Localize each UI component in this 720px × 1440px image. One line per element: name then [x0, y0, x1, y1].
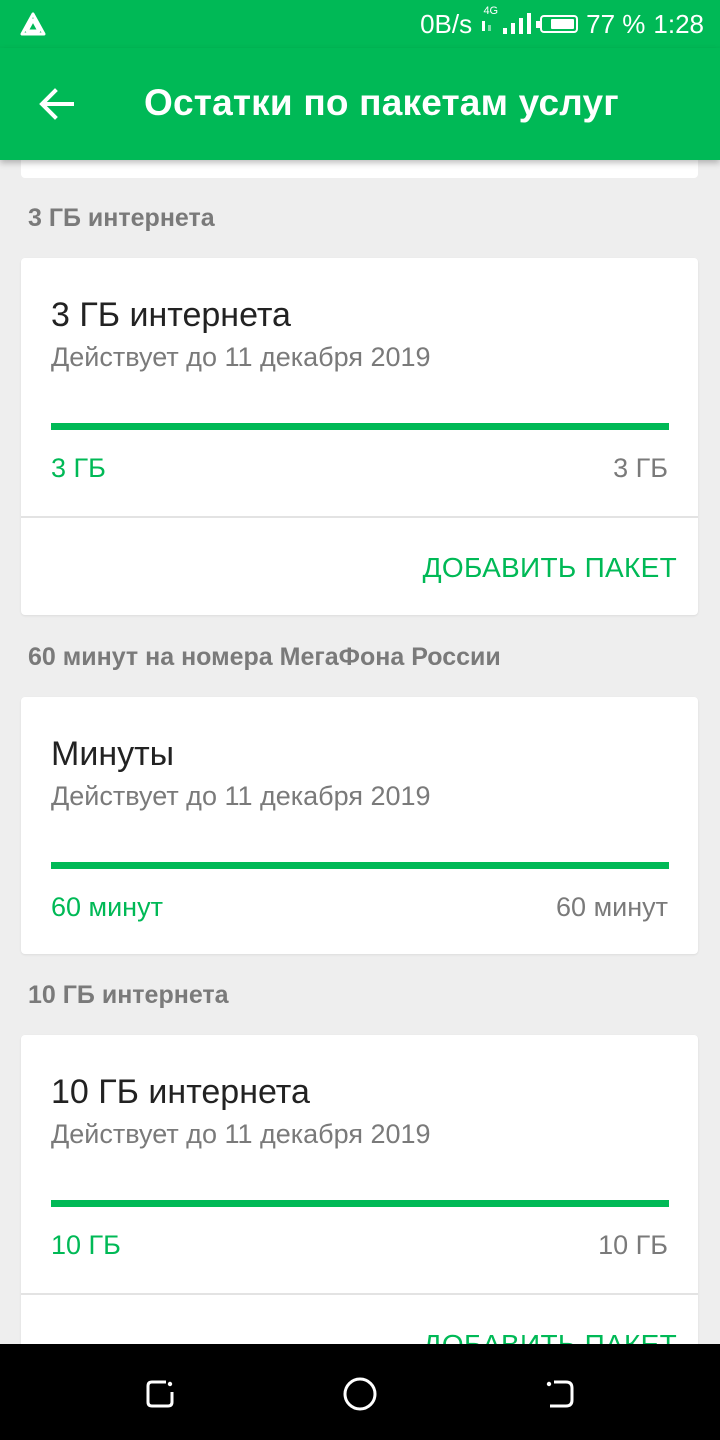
- package-title: 3 ГБ интернета: [51, 296, 291, 334]
- battery-fill: [551, 19, 575, 29]
- total-value: 10 ГБ: [598, 1230, 668, 1260]
- package-progress: [51, 423, 669, 430]
- status-bar: 0B/s 4G 77 % 1:28: [0, 0, 720, 48]
- card-divider: [21, 1293, 698, 1295]
- package-validity: Действует до 11 декабря 2019: [51, 342, 431, 372]
- home-icon[interactable]: [340, 1374, 380, 1414]
- add-package-button[interactable]: ДОБАВИТЬ ПАКЕТ: [423, 1329, 677, 1344]
- progress-fill: [51, 1200, 669, 1207]
- total-value: 60 минут: [556, 892, 668, 922]
- system-nav-bar: [0, 1344, 720, 1440]
- package-title: Минуты: [51, 735, 175, 773]
- remaining-value: 10 ГБ: [51, 1230, 121, 1260]
- section-label: 60 минут на номера МегаФона России: [28, 643, 501, 671]
- package-validity: Действует до 11 декабря 2019: [51, 1119, 431, 1149]
- network-type: 4G: [480, 5, 498, 40]
- add-package-button[interactable]: ДОБАВИТЬ ПАКЕТ: [423, 552, 677, 584]
- app-bar: Остатки по пакетам услуг: [0, 48, 720, 160]
- remaining-value: 60 минут: [51, 892, 163, 922]
- page-title: Остатки по пакетам услуг: [144, 82, 619, 123]
- arrow-left-icon: [39, 88, 74, 120]
- total-value: 3 ГБ: [613, 453, 668, 483]
- package-progress: [51, 1200, 669, 1207]
- status-icons: 0B/s 4G 77 % 1:28: [412, 0, 704, 48]
- package-validity: Действует до 11 декабря 2019: [51, 781, 431, 811]
- progress-fill: [51, 862, 669, 869]
- package-card: 3 ГБ интернета Действует до 11 декабря 2…: [21, 258, 698, 615]
- clock: 1:28: [653, 8, 704, 39]
- signal-icon: [503, 13, 532, 34]
- section-label: 3 ГБ интернета: [28, 204, 215, 232]
- net-speed: 0B/s: [420, 8, 473, 39]
- package-progress: [51, 862, 669, 869]
- notification-app-icon: [20, 12, 46, 36]
- network-type-label: 4G: [483, 4, 499, 17]
- back-nav-icon[interactable]: [540, 1374, 580, 1414]
- battery-percent: 77 %: [586, 8, 646, 39]
- remaining-value: 3 ГБ: [51, 453, 106, 483]
- packages-list[interactable]: 3 ГБ интернета 3 ГБ интернета Действует …: [0, 160, 720, 1344]
- section-label: 10 ГБ интернета: [28, 981, 229, 1009]
- back-button[interactable]: [24, 78, 88, 130]
- card-divider: [21, 516, 698, 518]
- package-title: 10 ГБ интернета: [51, 1073, 310, 1111]
- previous-card-bottom: [21, 160, 698, 178]
- progress-fill: [51, 423, 669, 430]
- battery-icon: [536, 15, 579, 33]
- recent-apps-icon[interactable]: [140, 1374, 180, 1414]
- package-card: 10 ГБ интернета Действует до 11 декабря …: [21, 1035, 698, 1344]
- package-card: Минуты Действует до 11 декабря 2019 60 м…: [21, 697, 698, 954]
